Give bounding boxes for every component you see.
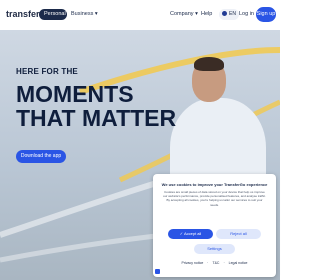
- top-navigation-bar: transferGo Personal ▾ Business ▾ Company…: [0, 0, 280, 30]
- check-icon: ✓: [179, 231, 184, 236]
- nav-company[interactable]: Company ▾: [170, 11, 198, 17]
- cookie-consent-dialog: We use cookies to improve your TransferG…: [153, 174, 276, 277]
- language-selector[interactable]: EN: [219, 9, 239, 20]
- login-link[interactable]: Log in: [239, 11, 254, 17]
- personal-label: Personal: [44, 11, 66, 17]
- nav-help[interactable]: Help: [201, 11, 212, 17]
- hero-kicker: HERE FOR THE: [16, 67, 78, 76]
- chevron-down-icon: ▾: [195, 11, 198, 17]
- download-app-button[interactable]: Download the app: [16, 150, 66, 163]
- business-label: Business: [71, 11, 94, 17]
- headline-line-2: THAT MATTER: [16, 105, 177, 131]
- legal-notice-link[interactable]: Legal notice: [229, 261, 248, 265]
- link-separator: ·: [207, 261, 209, 265]
- reject-all-button[interactable]: Reject all: [216, 229, 261, 239]
- cookie-links: Privacy notice · T&C · Legal notice: [153, 261, 276, 265]
- accept-all-button[interactable]: ✓ Accept all: [168, 229, 213, 239]
- hero-headline: MOMENTS THAT MATTER: [16, 82, 176, 130]
- cookie-settings-button[interactable]: Settings: [194, 244, 235, 254]
- privacy-notice-link[interactable]: Privacy notice: [181, 261, 203, 265]
- headline-line-1: MOMENTS: [16, 81, 134, 107]
- person-hair: [194, 57, 224, 71]
- business-segment-button[interactable]: Business ▾: [66, 9, 103, 20]
- accept-all-label: Accept all: [183, 231, 202, 236]
- chevron-down-icon: ▾: [94, 11, 98, 17]
- language-label: EN: [229, 11, 236, 17]
- flag-icon: [222, 11, 227, 17]
- chevron-down-icon: ▾: [44, 22, 47, 28]
- cookie-title: We use cookies to improve your TransferG…: [161, 182, 268, 187]
- terms-link[interactable]: T&C: [212, 261, 219, 265]
- cookie-description: Cookies are small pieces of data stored …: [163, 190, 266, 207]
- logo-wordmark: transfer: [6, 9, 40, 19]
- link-separator: ·: [223, 261, 225, 265]
- personal-segment-button[interactable]: Personal ▾: [39, 9, 67, 28]
- nav-company-label: Company: [170, 11, 194, 17]
- signup-button[interactable]: Sign up: [256, 7, 276, 22]
- cookie-preferences-icon[interactable]: [155, 269, 160, 274]
